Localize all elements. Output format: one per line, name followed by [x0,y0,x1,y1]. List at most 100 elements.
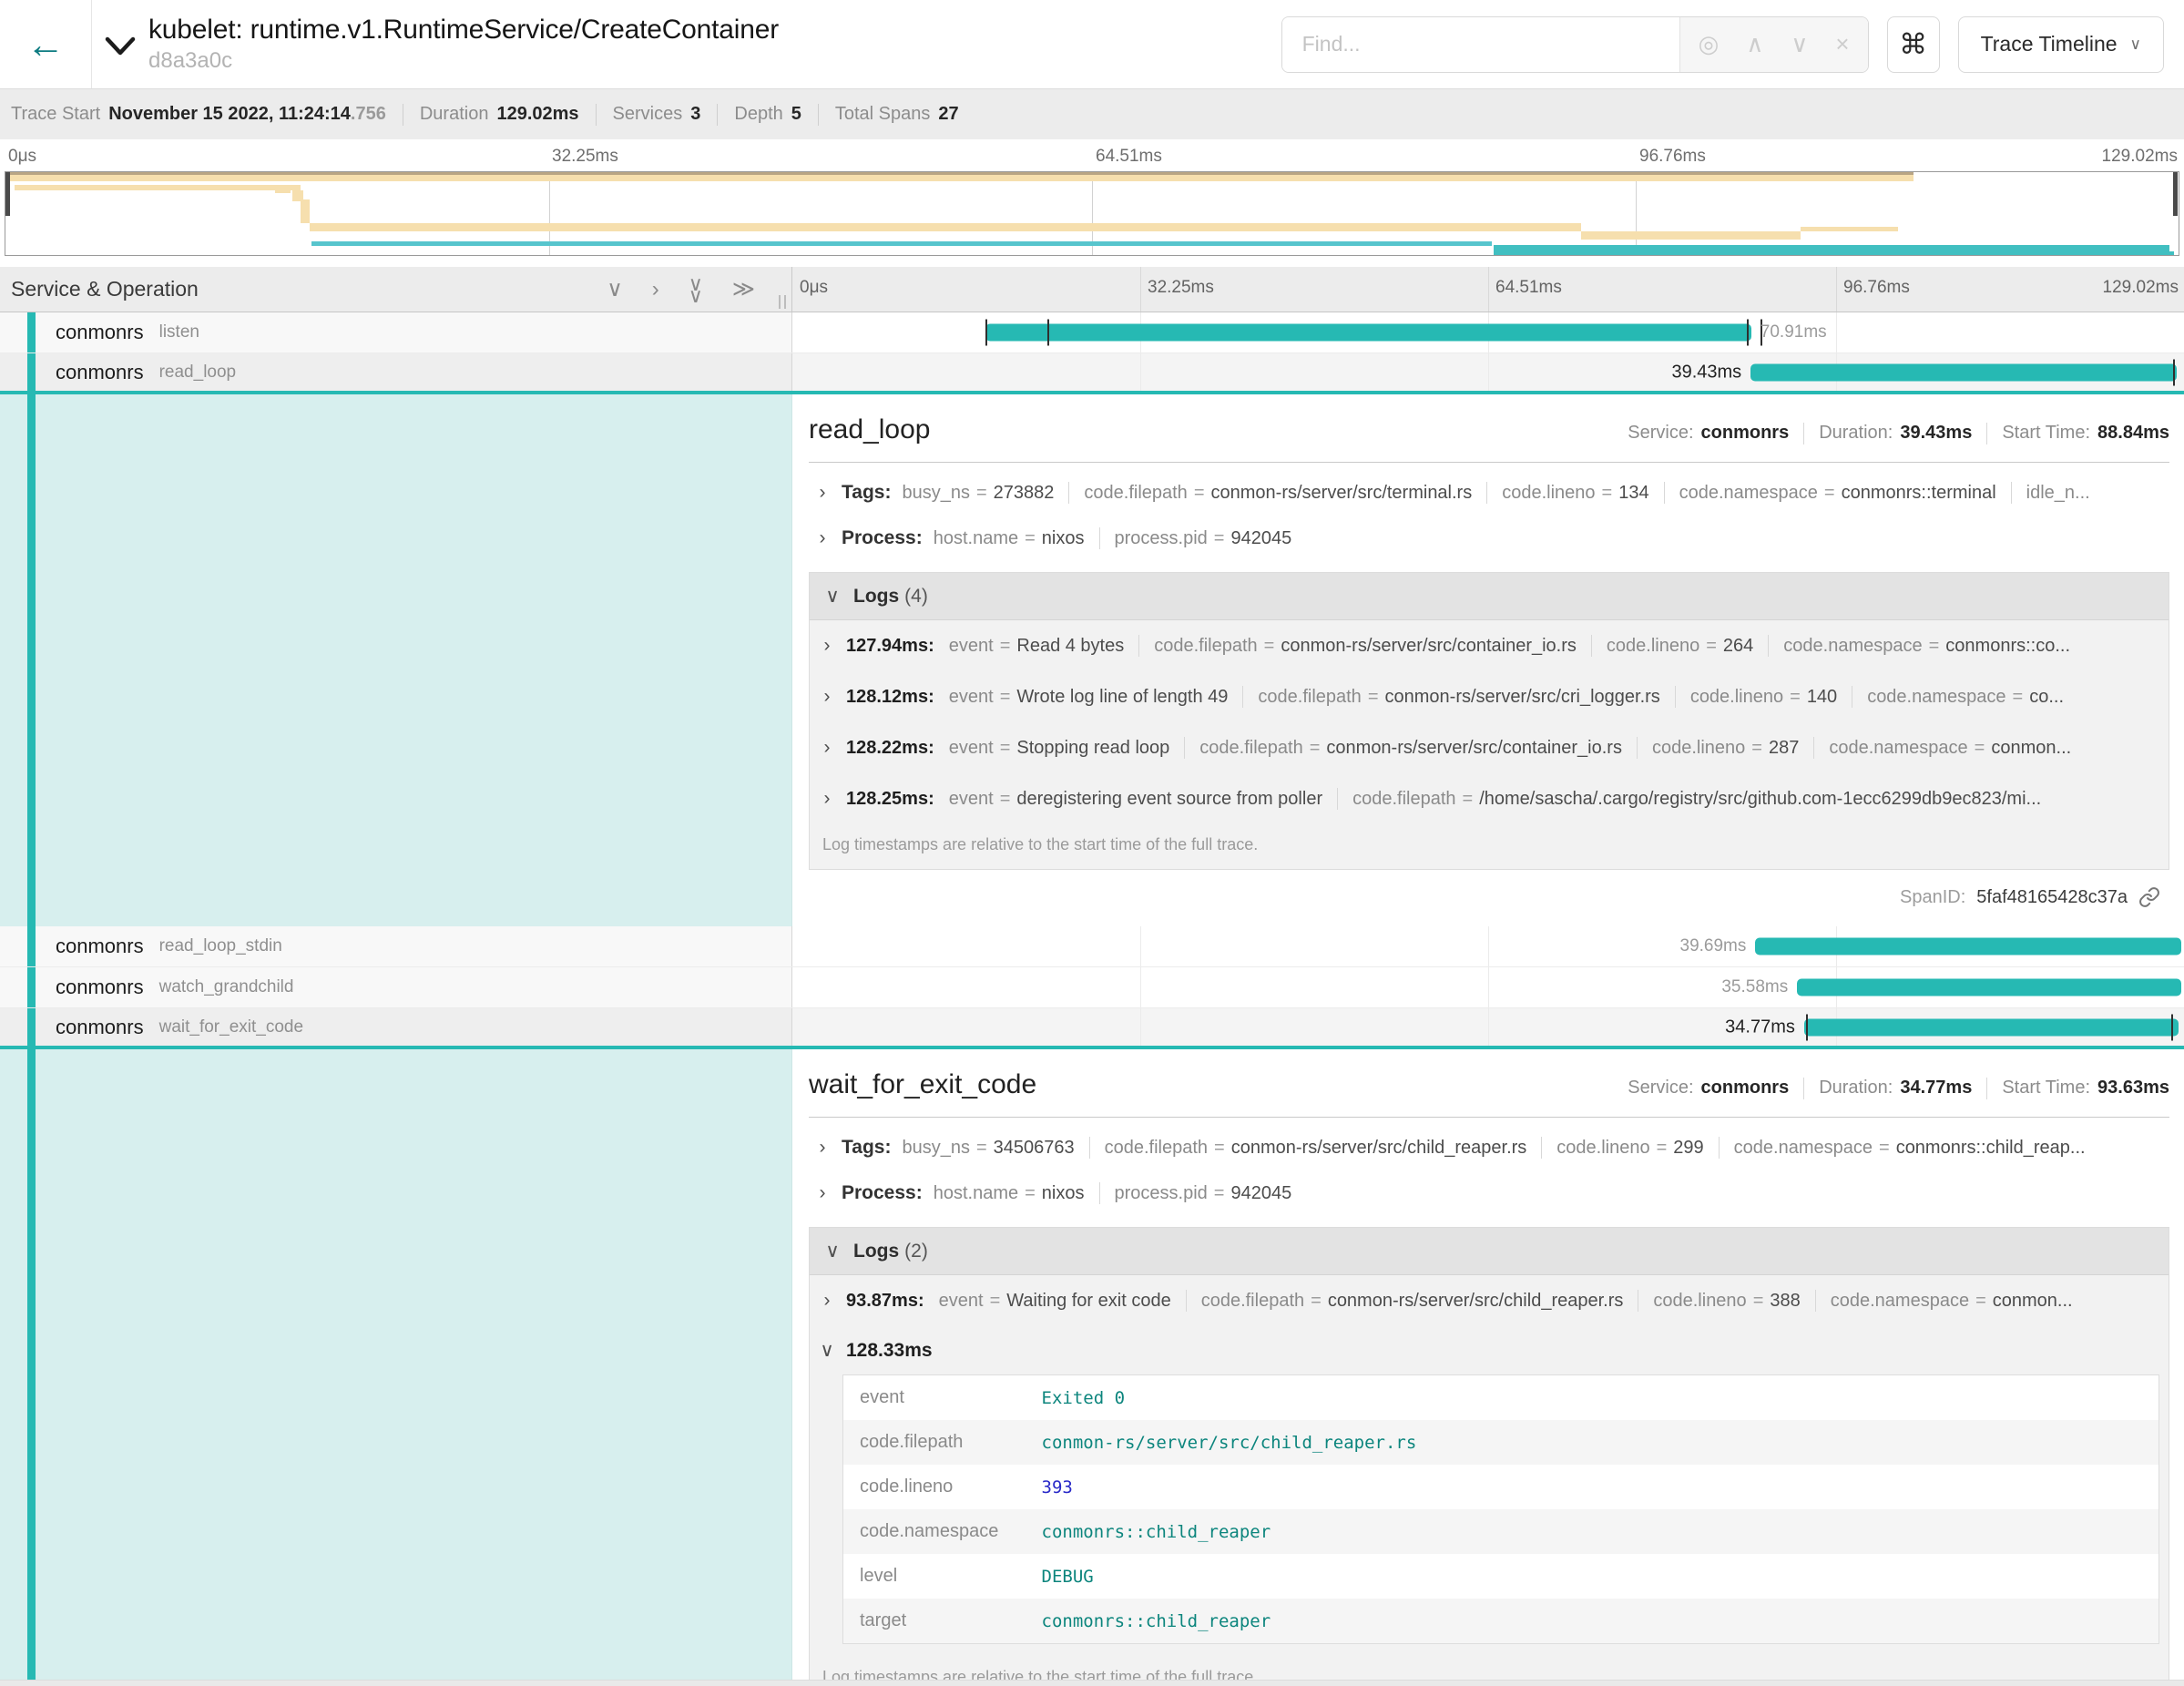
field-value: 942045 [1230,528,1291,549]
field-separator [1815,1290,1816,1312]
target-icon[interactable]: ◎ [1699,30,1720,58]
span-color-bar [27,394,36,926]
field-value: Stopping read loop [1016,738,1169,759]
span-duration-bar[interactable] [1755,938,2181,955]
start-time-value: 88.84ms [2097,423,2169,444]
field-key: event [949,789,994,810]
service-label: Service: [1628,1078,1693,1098]
field-separator [1089,1137,1090,1159]
span-color-bar [27,353,36,391]
equals-sign: = [1214,1183,1225,1204]
span-row[interactable]: conmonrsread_loop_stdin39.69ms [0,926,2184,967]
equals-sign: = [1000,789,1011,810]
back-button[interactable]: ← [0,0,92,88]
trace-start-fraction: .756 [351,104,386,125]
viewport-scrubber-left[interactable] [5,172,10,216]
minimap-tick-label: 96.76ms [1639,147,1706,167]
span-duration-bar[interactable] [1750,363,2177,381]
expand-collapse-controls: ∨ › ∨∨ ≫ [607,278,791,301]
collapse-one-icon[interactable]: ∨ [607,279,623,301]
logs-header[interactable]: ∨ Logs (2) [810,1228,2169,1275]
column-resizer[interactable] [779,295,786,309]
field-value: conmon-rs/server/src/child_reaper.rs [1328,1291,1624,1312]
span-detail-stats: Service:conmonrs Duration:34.77ms Start … [1628,1078,2169,1099]
span-row[interactable]: conmonrswait_for_exit_code34.77ms [0,1008,2184,1049]
field-separator [1099,1182,1100,1204]
field-key: code.filepath [1258,687,1361,708]
span-row[interactable]: conmonrsread_loop39.43ms [0,353,2184,394]
divider [596,104,597,126]
log-entry[interactable]: ›128.12ms:event=Wrote log line of length… [810,671,2169,722]
span-timeline-cell[interactable]: 34.77ms [792,1008,2184,1046]
copy-link-icon[interactable] [2138,886,2160,908]
clear-icon[interactable]: × [1835,30,1849,58]
logs-header[interactable]: ∨ Logs (4) [810,573,2169,620]
span-name-cell[interactable]: conmonrslisten [0,312,792,353]
span-timeline-cell[interactable]: 39.43ms [792,353,2184,391]
minimap-canvas[interactable] [5,171,2179,256]
chevron-down-icon[interactable]: ∨ [1791,30,1808,58]
field-separator [1813,737,1814,759]
log-entry-header[interactable]: ∨128.33ms [819,1330,2159,1374]
start-time-label: Start Time: [2002,1078,2090,1098]
collapse-trace-header-icon[interactable] [105,36,136,62]
log-field-key: level [843,1554,1026,1599]
divider [1986,1078,1987,1099]
field-key: host.name [934,1183,1018,1204]
span-name-cell[interactable]: conmonrswait_for_exit_code [0,1008,792,1046]
log-entry[interactable]: ›127.94ms:event=Read 4 bytescode.filepat… [810,620,2169,671]
process-row[interactable]: › Process: host.name=nixosprocess.pid=94… [809,1170,2169,1216]
log-field-row: targetconmonrs::child_reaper [843,1599,2159,1644]
chevron-up-icon[interactable]: ∧ [1746,30,1763,58]
span-detail-body: read_loop Service:conmonrs Duration:39.4… [792,394,2184,926]
span-duration-bar[interactable] [1797,979,2181,996]
expand-one-icon[interactable]: › [652,279,659,301]
logs-list: ›127.94ms:event=Read 4 bytescode.filepat… [810,620,2169,824]
span-timeline-cell[interactable]: 39.69ms [792,926,2184,966]
chevron-down-icon: ∨ [819,1339,835,1362]
view-selector-button[interactable]: Trace Timeline ∨ [1958,16,2164,73]
timeline-gridline [1140,353,1141,391]
equals-sign: = [1657,1138,1668,1159]
collapse-all-icon[interactable]: ∨∨ [689,278,703,301]
field-separator [1138,635,1139,657]
log-field-value: 393 [1026,1465,2159,1509]
span-timeline-cell[interactable]: 70.91ms [792,312,2184,353]
span-row[interactable]: conmonrswatch_grandchild 35.58ms [0,967,2184,1008]
divider [809,462,2169,463]
log-marker-tick [2173,359,2175,385]
log-field-key: code.lineno [843,1465,1026,1509]
equals-sign: = [1025,528,1036,549]
log-entry[interactable]: ›128.22ms:event=Stopping read loopcode.f… [810,722,2169,773]
span-timeline-cell[interactable]: 35.58ms [792,967,2184,1007]
field-separator [1486,482,1487,504]
minimap-span-bar [1575,250,2166,256]
log-entry[interactable]: ›93.87ms:event=Waiting for exit codecode… [810,1275,2169,1326]
timeline-gridline [1488,967,1489,1007]
find-input[interactable] [1282,17,1679,72]
timeline-tick-label: 32.25ms [1148,278,1214,298]
field-value: 273882 [994,483,1055,504]
process-row[interactable]: › Process: host.name=nixosprocess.pid=94… [809,516,2169,561]
duration-label: Duration: [1819,1078,1893,1098]
equals-sign: = [1000,687,1011,708]
keyboard-shortcuts-button[interactable]: ⌘ [1887,16,1940,73]
span-color-bar [27,1049,36,1686]
span-duration-bar[interactable] [1804,1018,2179,1036]
span-row[interactable]: conmonrslisten70.91ms [0,312,2184,353]
log-fields-table: eventExited 0code.filepathconmon-rs/serv… [842,1374,2159,1644]
field-key: code.filepath [1201,1291,1304,1312]
timeline-gridline [1488,353,1489,391]
span-name-cell[interactable]: conmonrswatch_grandchild [0,967,792,1007]
log-entry[interactable]: ›128.25ms:event=deregistering event sour… [810,773,2169,824]
logs-label: Logs [853,1241,899,1262]
span-name-cell[interactable]: conmonrsread_loop_stdin [0,926,792,966]
tags-row[interactable]: › Tags: busy_ns=273882code.filepath=conm… [809,470,2169,516]
expand-all-icon[interactable]: ≫ [732,279,755,301]
span-duration-bar[interactable] [985,324,1750,342]
span-name-cell[interactable]: conmonrsread_loop [0,353,792,391]
horizontal-scrollbar-track[interactable] [0,1680,2184,1686]
tags-row[interactable]: › Tags: busy_ns=34506763code.filepath=co… [809,1125,2169,1170]
span-duration-label: 35.58ms [1721,977,1788,997]
viewport-scrubber-right[interactable] [2173,172,2178,216]
